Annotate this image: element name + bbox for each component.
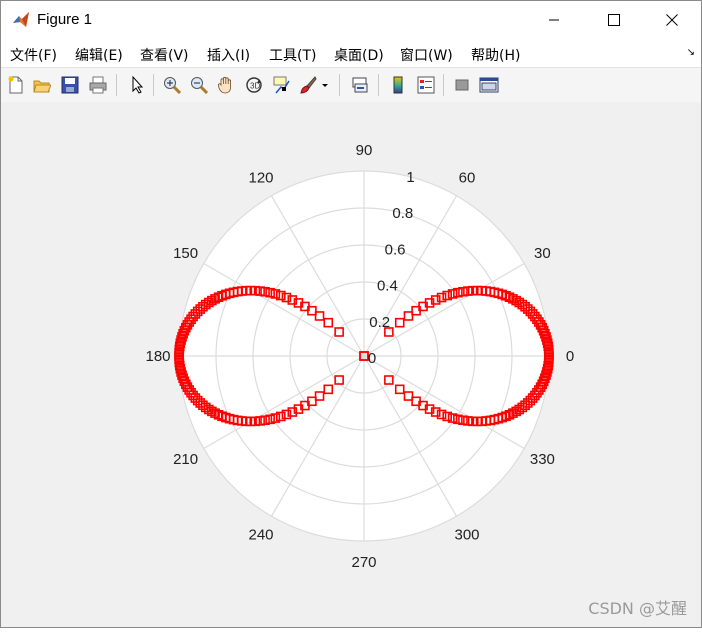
- r-tick-label: 0.4: [377, 278, 398, 295]
- menu-bar: 文件(F) 编辑(E) 查看(V) 插入(I) 工具(T) 桌面(D) 窗口(W…: [1, 39, 701, 67]
- theta-tick-label: 180: [145, 348, 170, 365]
- theta-tick-label: 300: [454, 526, 479, 543]
- menu-edit[interactable]: 编辑(E): [75, 45, 123, 65]
- maximize-button[interactable]: [591, 1, 637, 39]
- figure-canvas[interactable]: 0 30 60 90 120 150 180 210 240 270 300 330 0 0.2 0.4 0.…: [1, 102, 701, 627]
- toolbar-separator: [153, 74, 154, 96]
- polar-axes: [178, 170, 550, 542]
- theta-tick-label: 270: [351, 554, 376, 571]
- menu-window[interactable]: 窗口(W): [400, 45, 453, 65]
- matlab-logo-icon: [13, 12, 29, 27]
- toolbar-separator: [339, 74, 340, 96]
- theta-tick-label: 330: [530, 451, 555, 468]
- r-tick-label: 1: [406, 169, 414, 186]
- r-tick-label: 0: [368, 350, 376, 367]
- new-figure-icon[interactable]: [5, 74, 27, 96]
- theta-tick-label: 30: [534, 245, 551, 262]
- polar-plot[interactable]: 0 30 60 90 120 150 180 210 240 270 300 330 0 0.2 0.4 0.…: [1, 102, 701, 627]
- toolbar-separator: [116, 74, 117, 96]
- minimize-button[interactable]: [531, 1, 577, 39]
- theta-tick-label: 60: [459, 170, 476, 187]
- minimize-icon: [549, 19, 559, 21]
- show-plot-tools-icon[interactable]: [478, 74, 500, 96]
- menu-file[interactable]: 文件(F): [10, 45, 57, 65]
- dock-arrow-icon[interactable]: ↘: [687, 47, 695, 58]
- menu-insert[interactable]: 插入(I): [207, 45, 250, 65]
- open-file-icon[interactable]: [31, 74, 53, 96]
- brush-dropdown-icon[interactable]: [319, 74, 331, 96]
- close-button[interactable]: [649, 1, 695, 39]
- menu-desktop[interactable]: 桌面(D): [334, 45, 384, 65]
- rotate-3d-icon[interactable]: 3D: [243, 74, 265, 96]
- colorbar-icon[interactable]: [387, 74, 409, 96]
- watermark: CSDN @艾醒: [588, 599, 687, 618]
- theta-tick-label: 150: [173, 245, 198, 262]
- zoom-out-icon[interactable]: [188, 74, 210, 96]
- figure-window: Figure 1 文件(F) 编辑(E) 查看(V) 插入(I) 工具(T) 桌…: [0, 0, 702, 628]
- r-tick-label: 0.8: [392, 205, 413, 222]
- theta-tick-label: 240: [248, 526, 273, 543]
- theta-tick-label: 120: [248, 170, 273, 187]
- toolbar-separator: [443, 74, 444, 96]
- print-icon[interactable]: [87, 74, 109, 96]
- menu-help[interactable]: 帮助(H): [471, 45, 520, 65]
- window-title: Figure 1: [37, 11, 93, 28]
- r-tick-label: 0.2: [369, 314, 390, 331]
- menu-view[interactable]: 查看(V): [140, 45, 189, 65]
- link-plot-icon[interactable]: [349, 74, 371, 96]
- r-tick-label: 0.6: [385, 241, 406, 258]
- save-icon[interactable]: [59, 74, 81, 96]
- close-icon: [666, 14, 678, 26]
- menu-tools[interactable]: 工具(T): [269, 45, 316, 65]
- theta-tick-label: 210: [173, 451, 198, 468]
- brush-icon[interactable]: [297, 74, 319, 96]
- maximize-icon: [608, 14, 620, 26]
- legend-icon[interactable]: [415, 74, 437, 96]
- figure-toolbar: 3D: [1, 67, 701, 103]
- theta-tick-label: 0: [566, 348, 574, 365]
- pan-hand-icon[interactable]: [215, 74, 237, 96]
- data-cursor-icon[interactable]: [271, 74, 293, 96]
- svg-text:3D: 3D: [250, 82, 260, 91]
- hide-plot-tools-icon[interactable]: [451, 74, 473, 96]
- toolbar-separator: [378, 74, 379, 96]
- zoom-in-icon[interactable]: [161, 74, 183, 96]
- select-arrow-icon[interactable]: [126, 74, 148, 96]
- title-bar: Figure 1: [1, 1, 701, 39]
- theta-tick-label: 90: [356, 142, 373, 159]
